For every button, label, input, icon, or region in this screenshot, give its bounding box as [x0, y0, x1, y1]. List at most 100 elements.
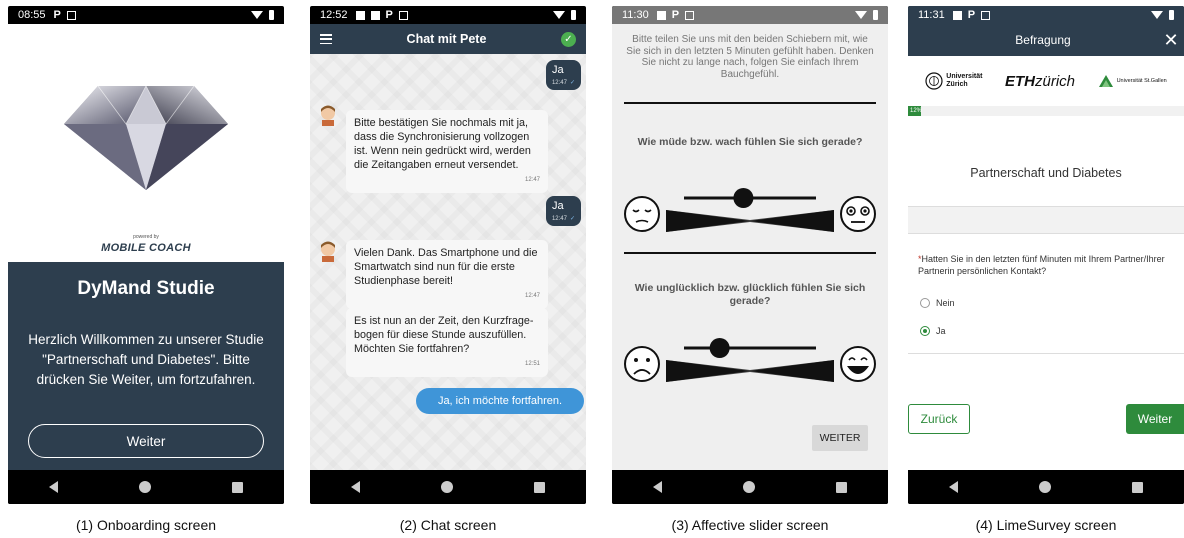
arousal-slider[interactable]: [622, 182, 878, 242]
divider: [908, 353, 1184, 354]
message-text: Es ist nun an der Zeit, den Kurzfrage-bo…: [354, 315, 534, 355]
home-icon[interactable]: [440, 481, 453, 493]
radio-nein[interactable]: [920, 298, 930, 308]
battery-icon: [269, 10, 274, 20]
status-time: 11:30: [622, 9, 649, 21]
app-title: DyMand Studie: [77, 278, 215, 299]
survey-screen[interactable]: Universität Zürich ETHzürich Universität …: [908, 56, 1184, 470]
onboarding-panel: DyMand Studie Herzlich Willkommen zu uns…: [8, 262, 284, 470]
close-icon[interactable]: ✕: [1158, 30, 1184, 51]
message-time: 12:51: [524, 361, 540, 367]
option-ja[interactable]: Ja: [920, 326, 946, 336]
hsg-leaf-icon: [1098, 75, 1113, 87]
sleepy-face-icon: [624, 196, 660, 232]
battery-icon: [571, 10, 576, 20]
message-time: 12:47: [551, 216, 567, 222]
battery-icon: [1169, 10, 1174, 20]
survey-appbar: Befragung ✕: [908, 24, 1184, 56]
message-text: Ja: [551, 200, 564, 212]
status-bar: 11:30 P: [612, 6, 888, 24]
weiter-button[interactable]: Weiter: [28, 424, 264, 458]
valence-slider[interactable]: [622, 332, 878, 392]
caption-slider: (3) Affective slider screen: [671, 517, 829, 533]
wifi-icon: [251, 11, 263, 19]
chat-title: Chat mit Pete: [406, 32, 487, 46]
option-label: Nein: [936, 298, 955, 308]
back-button[interactable]: Zurück: [908, 404, 970, 434]
nav-bar: [310, 470, 586, 504]
parking-icon: P: [967, 9, 976, 21]
message-time: 12:47: [524, 177, 540, 183]
recents-icon[interactable]: [232, 481, 244, 493]
slider-screen: Bitte teilen Sie uns mit den beiden Schi…: [612, 24, 888, 470]
back-icon[interactable]: [48, 481, 58, 493]
wifi-icon: [553, 11, 565, 19]
divider: [624, 102, 876, 104]
notification-icon: [952, 10, 962, 20]
message-time: 12:47: [551, 80, 567, 86]
limesurvey-phone: 11:31 P Befragung ✕ Universität Zürich ET…: [908, 6, 1184, 504]
awake-face-icon: [840, 196, 876, 232]
uzh-logo: Universität Zürich: [925, 72, 982, 90]
message-text: Bitte bestätigen Sie nochmals mit ja, da…: [354, 117, 531, 171]
message-time: 12:47: [524, 293, 540, 299]
nav-bar: [8, 470, 284, 504]
radio-ja[interactable]: [920, 326, 930, 336]
status-bar: 11:31 P: [908, 6, 1184, 24]
weiter-button[interactable]: WEITER: [812, 425, 868, 451]
notification-icon: [981, 10, 991, 20]
happy-face-icon: [840, 346, 876, 382]
back-icon[interactable]: [350, 481, 360, 493]
slider-knob: [709, 338, 730, 358]
back-icon[interactable]: [948, 481, 958, 493]
recents-icon[interactable]: [1132, 481, 1144, 493]
question-arousal: Wie müde bzw. wach fühlen Sie sich gerad…: [637, 136, 863, 148]
question-group-title: Partnerschaft und Diabetes: [970, 166, 1122, 180]
caption-chat: (2) Chat screen: [399, 517, 497, 533]
slider-phone: 11:30 P Bitte teilen Sie uns mit den bei…: [612, 6, 888, 504]
nav-bar: [612, 470, 888, 504]
wifi-icon: [855, 11, 867, 19]
coach-message: Vielen Dank. Das Smartphone und die Smar…: [346, 240, 548, 309]
coach-avatar: [321, 105, 335, 126]
section-separator: [908, 206, 1184, 234]
university-logos: Universität Zürich ETHzürich Universität …: [908, 56, 1184, 106]
welcome-text: Herzlich Willkommen zu unserer Studie "P…: [28, 332, 264, 387]
home-icon[interactable]: [1038, 481, 1051, 493]
question-valence: Wie unglücklich bzw. glücklich fühlen Si…: [634, 282, 866, 307]
chat-history[interactable]: Ja 12:47 ✓ Bitte bestätigen Sie nochmals …: [310, 54, 586, 470]
status-bar: 08:55 P: [8, 6, 284, 24]
status-time: 12:52: [320, 9, 348, 21]
recents-icon[interactable]: [836, 481, 848, 493]
menu-icon[interactable]: [320, 34, 332, 44]
uzh-line2: Zürich: [946, 81, 968, 88]
uzh-line1: Universität: [946, 73, 983, 80]
eth-bold: ETH: [1005, 72, 1035, 90]
home-icon[interactable]: [742, 481, 755, 493]
slider-instructions: Bitte teilen Sie uns mit den beiden Schi…: [626, 34, 874, 80]
status-time: 08:55: [18, 9, 46, 21]
survey-title: Befragung: [1015, 33, 1071, 47]
next-button[interactable]: Weiter: [1126, 404, 1184, 434]
recents-icon[interactable]: [534, 481, 546, 493]
hsg-text: Universität St.Gallen: [1116, 78, 1167, 84]
notification-icon: [66, 10, 76, 20]
home-icon[interactable]: [138, 481, 151, 493]
onboarding-hero: powered by MOBILE COACH: [8, 24, 284, 262]
chat-appbar: Chat mit Pete ✓: [310, 24, 586, 54]
coach-message: Es ist nun an der Zeit, den Kurzfrage-bo…: [346, 308, 548, 377]
eth-logo: ETHzürich: [1005, 73, 1075, 90]
notification-icon: [685, 10, 695, 20]
progress-fill: 12%: [908, 106, 923, 116]
question-text: *Hatten Sie in den letzten fünf Minuten …: [918, 254, 1178, 277]
powered-by-label: powered by: [133, 234, 159, 240]
chat-phone: 12:52 P Chat mit Pete ✓ Ja 12:47 ✓ Bitte …: [310, 6, 586, 504]
back-icon[interactable]: [652, 481, 662, 493]
status-bar: 12:52 P: [310, 6, 586, 24]
option-nein[interactable]: Nein: [920, 298, 955, 308]
battery-icon: [873, 10, 878, 20]
hsg-logo: Universität St.Gallen: [1098, 74, 1167, 88]
survey-progress-bar: 12%: [908, 106, 1184, 116]
uzh-seal-icon: [925, 72, 943, 90]
reply-button[interactable]: Ja, ich möchte fortfahren.: [416, 388, 584, 414]
